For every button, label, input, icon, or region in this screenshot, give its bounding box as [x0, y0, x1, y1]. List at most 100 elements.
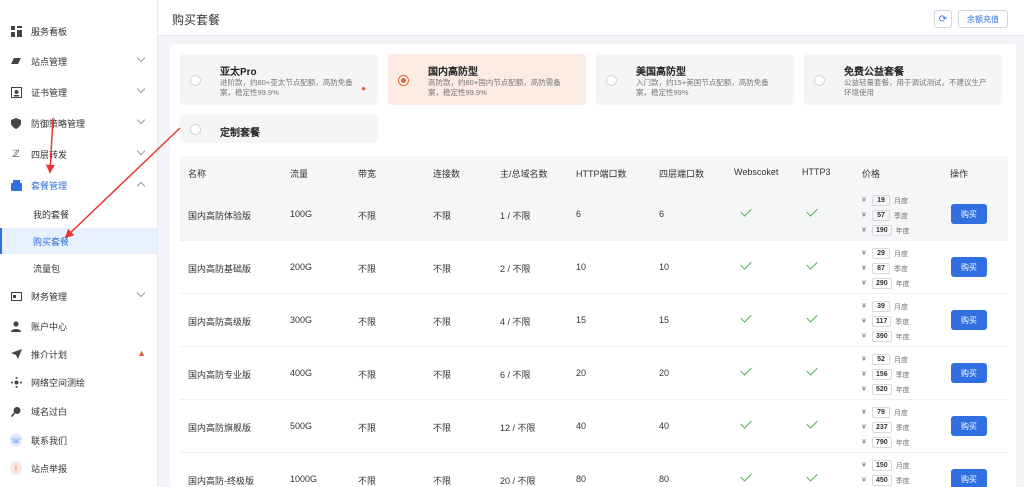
price-line: ¥87 季度	[862, 261, 910, 276]
sidebar-item-label: 站点管理	[31, 56, 68, 67]
plan-name: 免费公益套餐	[844, 67, 904, 78]
cell-domains: 2 / 不限	[500, 264, 531, 274]
sidebar-item-mapping[interactable]: 网络空间测绘	[0, 371, 157, 393]
dashboard-icon	[10, 25, 22, 37]
sidebar-item-label: 推介计划	[31, 349, 68, 360]
col-name: 名称	[188, 169, 207, 179]
report-icon: !	[10, 461, 22, 475]
plan-desc: 公益轻量套餐，用于调试测试，不建议生产环境使用	[844, 78, 987, 97]
http3-check-icon	[806, 206, 818, 218]
buy-button[interactable]: 购买	[951, 416, 987, 436]
sidebar-item-referral[interactable]: 推介计划 ▲	[0, 343, 157, 365]
cell-bandwidth: 不限	[358, 264, 377, 274]
sidebar-item-label: 联系我们	[31, 435, 68, 446]
sidebar-sub-my-packages[interactable]: 我的套餐	[0, 201, 157, 227]
websocket-check-icon	[740, 365, 752, 377]
buy-button[interactable]: 购买	[951, 363, 987, 383]
cell-connections: 不限	[433, 423, 452, 433]
currency-symbol: ¥	[862, 265, 866, 272]
price-line: ¥390 年度	[862, 329, 910, 344]
plan-name: 亚太Pro	[220, 67, 257, 78]
price-amount: 19	[872, 195, 890, 206]
plan-radio-selected[interactable]	[398, 75, 409, 86]
plan-card-us-defense[interactable]: 美国高防型 入门款，约15+美国节点配额，高防免备案，稳定性99%	[596, 54, 794, 105]
plan-card-apac-pro[interactable]: 亚太Pro 进阶款，约80+亚太节点配额，高防免备案，稳定性99.9% ●	[180, 54, 378, 105]
plan-card-free[interactable]: 免费公益套餐 公益轻量套餐，用于调试测试，不建议生产环境使用	[804, 54, 1002, 105]
wallet-icon	[10, 290, 22, 302]
cell-bandwidth: 不限	[358, 211, 377, 221]
price-unit: 月度	[894, 409, 908, 417]
sidebar-item-label: 账户中心	[31, 321, 68, 332]
price-amount: 520	[872, 384, 892, 395]
col-action: 操作	[950, 169, 969, 179]
table-row: 国内高防体验版 100G 不限 不限 1 / 不限 6 6 ¥19 月度 ¥57 季度 ¥190 年度 购…	[180, 188, 1008, 241]
sidebar-item-finance[interactable]: 财务管理	[0, 285, 157, 307]
cell-connections: 不限	[433, 211, 452, 221]
sidebar-item-certificates[interactable]: 证书管理	[0, 81, 157, 103]
currency-symbol: ¥	[862, 477, 866, 484]
currency-symbol: ¥	[862, 197, 866, 204]
price-amount: 39	[872, 301, 890, 312]
col-l4-ports: 四层端口数	[659, 169, 705, 179]
plan-radio[interactable]	[190, 75, 201, 86]
col-connections: 连接数	[433, 169, 461, 179]
plan-radio[interactable]	[606, 75, 617, 86]
cell-name: 国内高防-终极版	[188, 476, 254, 486]
plan-desc: 进阶款，约80+亚太节点配额，高防免备案，稳定性99.9%	[220, 78, 353, 97]
price-unit: 年度	[895, 439, 910, 447]
buy-button[interactable]: 购买	[951, 204, 987, 224]
send-icon	[10, 348, 22, 360]
refresh-button[interactable]: ⟳	[934, 10, 952, 28]
cell-bandwidth: 不限	[358, 317, 377, 327]
sidebar-sub-traffic[interactable]: 流量包	[0, 255, 157, 281]
cell-name: 国内高防体验版	[188, 211, 252, 221]
cell-http-ports: 10	[576, 262, 587, 272]
plan-card-custom[interactable]: 定制套餐	[180, 115, 378, 143]
price-amount: 290	[872, 278, 892, 289]
plan-radio[interactable]	[814, 75, 825, 86]
plan-card-domestic-defense[interactable]: 国内高防型 高防款，约80+国内节点配额，高防需备案，稳定性99.9%	[388, 54, 586, 105]
sidebar-item-whitelist[interactable]: 域名过白	[0, 400, 157, 422]
websocket-check-icon	[740, 206, 752, 218]
plan-radio[interactable]	[190, 124, 201, 135]
price-line: ¥39 月度	[862, 299, 910, 314]
cell-http-ports: 20	[576, 368, 587, 378]
balance-recharge-button[interactable]: 余额充值	[958, 10, 1008, 28]
sidebar-item-dashboard[interactable]: 服务看板	[0, 20, 157, 42]
buy-button[interactable]: 购买	[951, 469, 987, 487]
price-list: ¥79 月度 ¥237 季度 ¥790 年度	[862, 405, 910, 450]
websocket-check-icon	[740, 471, 752, 483]
forward-icon: ℤ	[12, 148, 20, 160]
package-icon	[10, 179, 22, 191]
price-line: ¥57 季度	[862, 208, 910, 223]
price-line: ¥190 年度	[862, 223, 910, 238]
chevron-down-icon	[136, 146, 146, 156]
sidebar-sub-buy-packages[interactable]: 购买套餐	[0, 228, 157, 254]
sidebar-item-account[interactable]: 账户中心	[0, 315, 157, 337]
buy-button[interactable]: 购买	[951, 310, 987, 330]
table-row: 国内高防高级版 300G 不限 不限 4 / 不限 15 15 ¥39 月度 ¥117 季度 ¥390…	[180, 294, 1008, 347]
cell-l4-ports: 40	[659, 421, 670, 431]
sidebar-item-report[interactable]: ! 站点举报	[0, 457, 157, 479]
plan-name: 定制套餐	[220, 128, 260, 139]
col-bandwidth: 带宽	[358, 169, 377, 179]
sidebar-item-contact[interactable]: ☏ 联系我们	[0, 429, 157, 451]
sidebar-item-forward[interactable]: ℤ 四层转发	[0, 143, 157, 165]
price-unit: 月度	[894, 250, 908, 258]
sidebar-item-sites[interactable]: 站点管理	[0, 50, 157, 72]
currency-symbol: ¥	[862, 212, 866, 219]
price-unit: 季度	[894, 265, 908, 273]
col-websocket: Webscoket	[734, 167, 779, 177]
cell-name: 国内高防高级版	[188, 317, 252, 327]
currency-symbol: ¥	[862, 462, 866, 469]
price-line: ¥150 月度	[862, 458, 910, 473]
price-amount: 52	[872, 354, 890, 365]
plan-name: 国内高防型	[428, 67, 478, 78]
price-unit: 月度	[894, 356, 908, 364]
sidebar-item-packages[interactable]: 套餐管理	[0, 174, 157, 196]
buy-button[interactable]: 购买	[951, 257, 987, 277]
sidebar-item-defense[interactable]: 防御策略管理	[0, 112, 157, 134]
price-line: ¥156 季度	[862, 367, 910, 382]
price-line: ¥29 月度	[862, 246, 910, 261]
col-domains: 主/总域名数	[500, 169, 548, 179]
